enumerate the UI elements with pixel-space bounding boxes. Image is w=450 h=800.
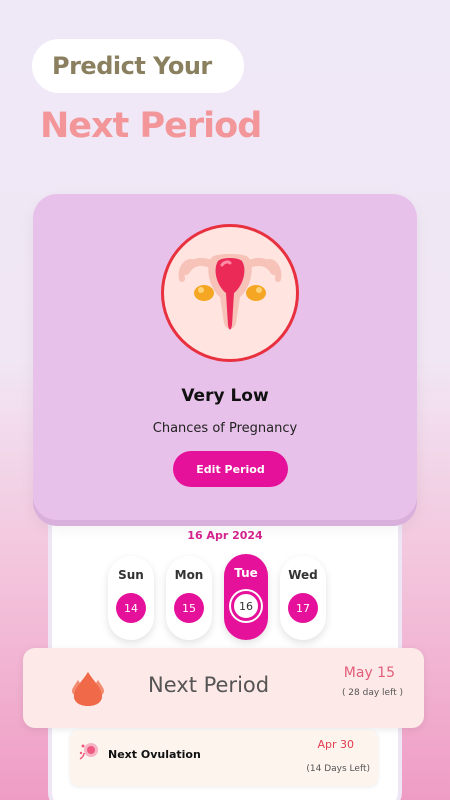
day-name: Wed — [288, 568, 318, 582]
headline-pill: Predict Your — [32, 39, 244, 93]
day-name: Sun — [118, 568, 144, 582]
headline-top: Predict Your — [52, 52, 212, 80]
ovulation-icon — [79, 743, 98, 760]
day-number: 15 — [174, 593, 204, 623]
day-wed[interactable]: Wed 17 — [280, 556, 326, 640]
day-name: Tue — [234, 566, 258, 580]
day-sun[interactable]: Sun 14 — [108, 556, 154, 640]
edit-period-button[interactable]: Edit Period — [173, 451, 288, 487]
day-mon[interactable]: Mon 15 — [166, 556, 212, 640]
uterus-icon — [178, 254, 282, 330]
next-period-date: May 15 — [343, 665, 395, 681]
next-ovulation-days-left: (14 Days Left) — [306, 764, 370, 774]
next-ovulation-title: Next Ovulation — [108, 748, 201, 761]
day-number: 14 — [116, 593, 146, 623]
next-period-title: Next Period — [148, 673, 270, 697]
pregnancy-chance-label: Chances of Pregnancy — [152, 421, 298, 436]
blood-drops-icon — [72, 672, 104, 706]
calendar-date: 16 Apr 2024 — [187, 529, 263, 542]
headline-main: Next Period — [40, 106, 262, 146]
day-name: Mon — [174, 568, 204, 582]
next-ovulation-date: Apr 30 — [317, 738, 354, 751]
day-strip: Sun 14 Mon 15 Tue 16 Wed 17 — [108, 554, 326, 640]
pregnancy-chance-level: Very Low — [181, 386, 269, 406]
uterus-illustration — [161, 224, 299, 362]
day-number: 17 — [288, 593, 318, 623]
next-period-days-left: ( 28 day left ) — [341, 688, 403, 698]
day-number: 16 — [231, 591, 261, 621]
day-tue-selected[interactable]: Tue 16 — [224, 554, 268, 640]
